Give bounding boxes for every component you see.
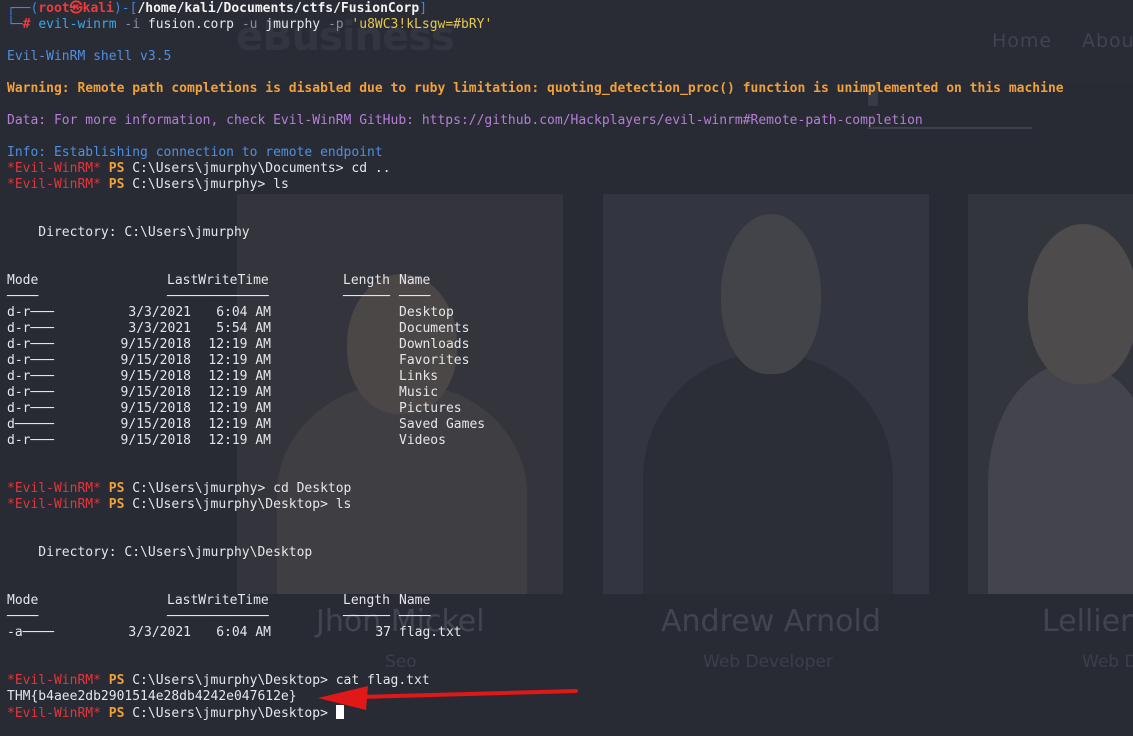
listing-cell-date: 3/3/2021 — [128, 321, 191, 336]
listing-cell-name: Pictures — [399, 401, 462, 416]
listing-cell-date: 9/15/2018 — [120, 353, 191, 368]
listing-cell-time: 12:19 AM — [208, 433, 271, 448]
listing-cell-date: 3/3/2021 — [128, 305, 191, 320]
column-rule: ────── — [343, 609, 390, 624]
ps-prompt-line: *Evil-WinRM* PS C:\Users\jmurphy> cd Des… — [7, 481, 352, 496]
screen: eBusiness Home Abou Jhon Mickel Seo Andr… — [0, 0, 1133, 736]
listing-cell-mode: d-r─── — [7, 305, 54, 320]
listing-cell-mode: d-r─── — [7, 321, 54, 336]
listing-cell-mode: d-r─── — [7, 401, 54, 416]
column-rule: ──── — [7, 289, 39, 304]
kali-prompt-command: └─# evil-winrm -i fusion.corp -u jmurphy… — [7, 17, 493, 32]
column-rule: ───────────── — [167, 609, 269, 624]
listing-cell-time: 5:54 AM — [216, 321, 271, 336]
listing-cell-mode: d───── — [7, 417, 54, 432]
listing-cell-date: 3/3/2021 — [128, 625, 191, 640]
ps-tag: *Evil-WinRM* — [7, 161, 101, 176]
listing-cell-name: Saved Games — [399, 417, 486, 432]
listing-cell-name: Videos — [399, 433, 446, 448]
listing-cell-time: 12:19 AM — [208, 385, 271, 400]
listing-cell-name: Downloads — [399, 337, 470, 352]
listing-cell-name: Favorites — [399, 353, 470, 368]
listing-cell-mode: d-r─── — [7, 385, 54, 400]
listing-cell-name: Documents — [399, 321, 470, 336]
column-header-name: Name — [399, 593, 431, 608]
listing-cell-mode: d-r─── — [7, 337, 54, 352]
flag-output: THM{b4aee2db2901514e28db4242e047612e} — [7, 689, 297, 704]
listing-cell-time: 12:19 AM — [208, 353, 271, 368]
listing-cell-date: 9/15/2018 — [120, 369, 191, 384]
listing-cell-time: 12:19 AM — [208, 401, 271, 416]
column-header-length: Length — [343, 273, 390, 288]
column-rule: ──── — [399, 289, 431, 304]
listing-cell-name: Desktop — [399, 305, 454, 320]
ps-prompt-active[interactable]: *Evil-WinRM* PS C:\Users\jmurphy\Desktop… — [7, 705, 344, 722]
terminal-window[interactable]: ┌──(root㉿kali)-[/home/kali/Documents/ctf… — [0, 0, 1133, 736]
data-message: Data: For more information, check Evil-W… — [7, 113, 923, 128]
listing-cell-time: 6:04 AM — [216, 625, 271, 640]
listing-cell-time: 12:19 AM — [208, 337, 271, 352]
warning-message: Warning: Remote path completions is disa… — [7, 81, 1064, 96]
text-cursor — [335, 705, 344, 719]
column-rule: ──── — [7, 609, 39, 624]
directory-heading: Directory: C:\Users\jmurphy\Desktop — [7, 545, 313, 560]
listing-cell-mode: d-r─── — [7, 433, 54, 448]
column-rule: ────── — [343, 289, 390, 304]
listing-cell-name: flag.txt — [399, 625, 462, 640]
listing-cell-date: 9/15/2018 — [120, 337, 191, 352]
ps-prompt-line: *Evil-WinRM* PS C:\Users\jmurphy\Documen… — [7, 161, 391, 176]
column-header-lastwritetime: LastWriteTime — [167, 273, 269, 288]
ps-prompt-line: *Evil-WinRM* PS C:\Users\jmurphy> ls — [7, 177, 289, 192]
column-header-name: Name — [399, 273, 431, 288]
info-message: Info: Establishing connection to remote … — [7, 145, 383, 160]
column-rule: ───────────── — [167, 289, 269, 304]
listing-cell-mode: -a──── — [7, 625, 54, 640]
listing-cell-mode: d-r─── — [7, 353, 54, 368]
shell-banner: Evil-WinRM shell v3.5 — [7, 49, 172, 64]
listing-cell-time: 12:19 AM — [208, 369, 271, 384]
column-header-length: Length — [343, 593, 390, 608]
listing-cell-length: 37 — [375, 625, 391, 640]
column-rule: ──── — [399, 609, 431, 624]
listing-cell-mode: d-r─── — [7, 369, 54, 384]
listing-cell-time: 6:04 AM — [216, 305, 271, 320]
listing-cell-name: Links — [399, 369, 439, 384]
directory-heading: Directory: C:\Users\jmurphy — [7, 225, 250, 240]
listing-cell-date: 9/15/2018 — [120, 433, 191, 448]
listing-cell-date: 9/15/2018 — [120, 417, 191, 432]
column-header-lastwritetime: LastWriteTime — [167, 593, 269, 608]
column-header-mode: Mode — [7, 593, 39, 608]
ps-prompt-line: *Evil-WinRM* PS C:\Users\jmurphy\Desktop… — [7, 673, 430, 688]
listing-cell-name: Music — [399, 385, 439, 400]
kali-prompt-header: ┌──(root㉿kali)-[/home/kali/Documents/ctf… — [7, 1, 428, 16]
listing-cell-time: 12:19 AM — [208, 417, 271, 432]
listing-cell-date: 9/15/2018 — [120, 401, 191, 416]
listing-cell-date: 9/15/2018 — [120, 385, 191, 400]
column-header-mode: Mode — [7, 273, 39, 288]
ps-prompt-line: *Evil-WinRM* PS C:\Users\jmurphy\Desktop… — [7, 497, 352, 512]
